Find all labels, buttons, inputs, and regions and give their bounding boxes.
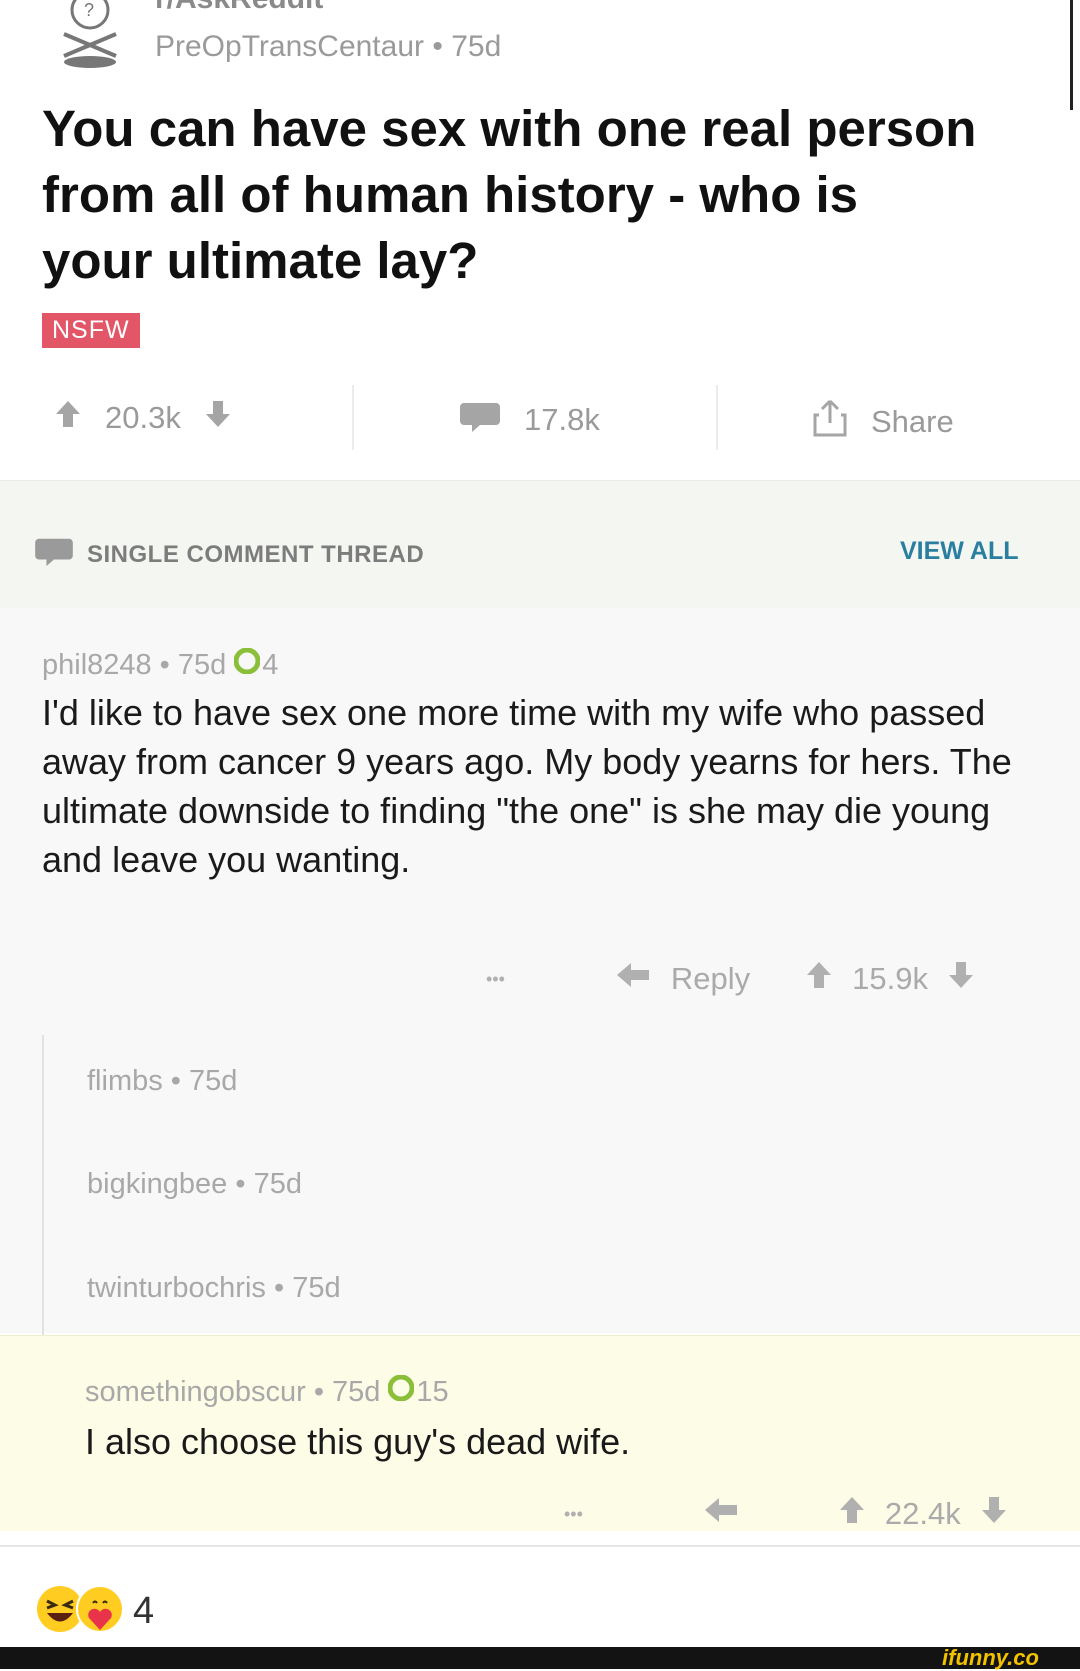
scrollbar-edge — [1070, 0, 1073, 110]
comment-author[interactable]: phil8248 — [42, 649, 152, 682]
upvote-icon[interactable] — [806, 960, 832, 998]
meta-dot: • — [235, 1168, 254, 1200]
watermark-bar — [0, 1647, 1080, 1669]
comment-bubble-icon — [35, 535, 73, 574]
reply-arrow-icon[interactable] — [703, 1496, 739, 1532]
collapsed-reply[interactable]: bigkingbee • 75d — [87, 1168, 302, 1201]
reaction-count: 4 — [133, 1590, 155, 1632]
post-age: 75d — [451, 30, 502, 63]
downvote-icon[interactable] — [205, 399, 231, 437]
comment-age: 75d — [332, 1375, 381, 1408]
action-separator — [716, 385, 718, 450]
comment-age: 75d — [177, 648, 227, 681]
meta-dot: • — [273, 1272, 293, 1304]
upvote-icon[interactable] — [839, 1495, 865, 1533]
reactions-bar[interactable]: 4 — [35, 1584, 154, 1639]
thread-label-group: SINGLE COMMENT THREAD — [35, 535, 424, 574]
thread-label: SINGLE COMMENT THREAD — [87, 540, 425, 568]
highlighted-comment-body: I also choose this guy's dead wife. — [85, 1421, 631, 1462]
subreddit-avatar-icon[interactable]: ? — [50, 0, 130, 70]
view-all-link[interactable]: VIEW ALL — [900, 537, 1019, 566]
reply-age: 75d — [292, 1272, 341, 1304]
award-count: 15 — [416, 1375, 449, 1408]
comment-score: 22.4k — [884, 1496, 961, 1531]
downvote-icon[interactable] — [948, 960, 974, 998]
collapsed-reply[interactable]: twinturbochris • 75d — [87, 1272, 341, 1305]
upvote-icon[interactable] — [55, 399, 81, 437]
share-button[interactable]: Share — [813, 399, 954, 445]
award-count: 4 — [262, 648, 279, 681]
ifunny-watermark: ifunny.co — [942, 1645, 1039, 1670]
nsfw-badge: NSFW — [42, 313, 140, 348]
award-icon — [233, 647, 261, 682]
comment-body: I'd like to have sex one more time with … — [42, 692, 1012, 880]
subreddit-name[interactable]: r/AskReddit — [155, 0, 323, 16]
reply-button[interactable]: Reply — [671, 961, 750, 997]
action-separator — [352, 385, 354, 450]
downvote-icon[interactable] — [981, 1495, 1007, 1533]
award-icon — [387, 1374, 415, 1409]
share-label: Share — [871, 404, 954, 439]
meta-dot: • — [159, 648, 170, 681]
comment-count: 17.8k — [524, 402, 600, 437]
comment-score: 15.9k — [852, 961, 929, 996]
upvote-count: 20.3k — [105, 400, 181, 435]
post-action-bar: 20.3k 17.8k Share — [0, 375, 1080, 455]
reply-author[interactable]: bigkingbee — [87, 1168, 227, 1200]
reply-author[interactable]: flimbs — [87, 1065, 163, 1097]
reply-age: 75d — [189, 1065, 238, 1097]
reply-arrow-icon[interactable] — [615, 961, 651, 997]
comment-author[interactable]: somethingobscur — [85, 1376, 306, 1409]
vote-group: 20.3k — [55, 399, 231, 437]
meta-dot: • — [432, 30, 452, 63]
hugging-heart-emoji-icon — [75, 1584, 125, 1639]
comments-button[interactable]: 17.8k — [460, 399, 600, 441]
section-divider — [0, 1545, 1080, 1547]
share-icon — [813, 399, 847, 445]
meta-dot: • — [313, 1375, 324, 1408]
more-options-button[interactable]: ••• — [564, 1504, 583, 1525]
comment-bubble-icon — [460, 399, 500, 441]
comment-meta: phil8248 • 75d 4 — [42, 647, 279, 682]
post-title[interactable]: You can have sex with one real person fr… — [42, 96, 982, 294]
comment-actions: ••• Reply 15.9k — [486, 960, 974, 998]
highlighted-comment-actions: ••• 22.4k — [564, 1495, 1007, 1533]
post-meta: PreOpTransCentaur • 75d — [155, 30, 501, 64]
post-author[interactable]: PreOpTransCentaur — [155, 30, 424, 63]
thread-indent-line[interactable] — [42, 1035, 44, 1335]
reply-age: 75d — [253, 1168, 302, 1200]
highlighted-comment-meta: somethingobscur • 75d 15 — [85, 1374, 449, 1409]
reply-author[interactable]: twinturbochris — [87, 1272, 266, 1304]
more-options-button[interactable]: ••• — [486, 969, 505, 990]
collapsed-reply[interactable]: flimbs • 75d — [87, 1065, 237, 1098]
meta-dot: • — [170, 1065, 190, 1097]
svg-text:?: ? — [84, 0, 94, 20]
